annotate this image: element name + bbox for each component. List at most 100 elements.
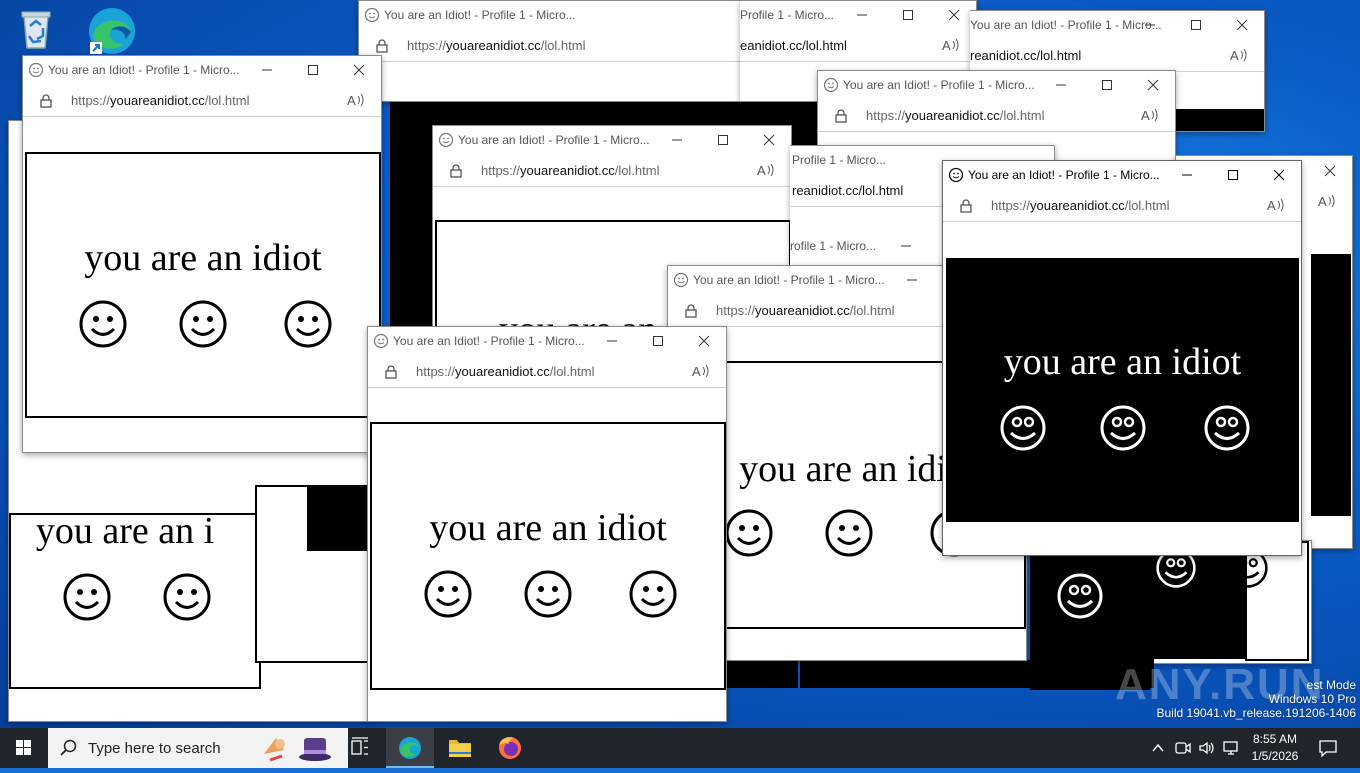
minimize-icon[interactable] [1051, 76, 1071, 94]
maximize-icon[interactable] [303, 61, 323, 79]
maximize-icon[interactable] [1097, 76, 1117, 94]
address-bar[interactable]: https://youareanidiot.cc/lol.html A [818, 100, 1175, 132]
url-scheme: https:// [416, 364, 456, 379]
maximize-icon[interactable] [648, 332, 668, 350]
url-text[interactable]: https://youareanidiot.cc/lol.html [991, 198, 1170, 213]
url-domain: youareanidiot.cc [520, 163, 615, 178]
taskbar: Type here to search 8:55 AM 1/5/2026 [0, 728, 1360, 768]
address-bar[interactable]: https://youareanidiot.cc/lol.html A [23, 85, 381, 117]
browser-window[interactable] [1150, 540, 1312, 664]
url-text[interactable]: https://youareanidiot.cc/lol.html [866, 108, 1045, 123]
address-bar[interactable]: https://youareanidiot.cc/lol.html A [368, 356, 726, 388]
close-icon[interactable] [1232, 16, 1252, 34]
url-domain: youareanidiot.cc [110, 93, 205, 108]
url-text[interactable]: reanidiot.cc/lol.html [970, 48, 1081, 63]
smiley-face-icon [424, 570, 472, 618]
url-text[interactable]: https://youareanidiot.cc/lol.html [407, 38, 586, 53]
smiley-face-icon [79, 300, 127, 348]
address-bar[interactable]: https://youareanidiot.cc/lol.html A [943, 190, 1301, 222]
maximize-icon[interactable] [1223, 166, 1243, 184]
clock-date: 1/5/2026 [1251, 749, 1299, 763]
taskbar-file-explorer-button[interactable] [436, 728, 484, 768]
minimize-icon[interactable] [1140, 16, 1160, 34]
start-button[interactable] [0, 728, 48, 768]
url-text[interactable]: https://youareanidiot.cc/lol.html [716, 303, 895, 318]
meet-now-icon[interactable] [1174, 740, 1192, 756]
title-bar[interactable]: You are an Idiot! - Profile 1 - Micro... [23, 56, 381, 85]
minimize-icon[interactable] [902, 271, 922, 289]
desktop: Rec You are an Idiot! - Profile 1 - Micr… [0, 0, 1360, 728]
window-title: Profile 1 - Micro... [792, 153, 887, 167]
read-aloud-icon[interactable]: A [1267, 197, 1285, 213]
idiot-panel: you are an idiot [946, 258, 1299, 522]
read-aloud-icon[interactable]: A [942, 37, 960, 53]
idiot-panel: you are an i [9, 510, 261, 689]
minimize-icon[interactable] [602, 332, 622, 350]
clock[interactable]: 8:55 AM 1/5/2026 [1245, 732, 1305, 763]
close-icon[interactable] [694, 332, 714, 350]
address-bar[interactable]: https://youareanidiot.cc/lol.html A [433, 155, 791, 187]
task-view-button[interactable] [336, 728, 384, 768]
title-bar[interactable]: You are an Idiot! - Profile 1 - Micro... [970, 11, 1264, 40]
title-bar[interactable]: You are an Idiot! - Profile 1 - Micro... [359, 1, 749, 30]
read-aloud-icon[interactable]: A [692, 363, 710, 379]
minimize-icon[interactable] [852, 6, 872, 24]
url-text[interactable]: eanidiot.cc/lol.html [740, 38, 847, 53]
browser-window-active[interactable]: You are an Idiot! - Profile 1 - Micro...… [942, 160, 1302, 556]
smiley-favicon-icon [364, 7, 380, 23]
minimize-icon[interactable] [1177, 166, 1197, 184]
maximize-icon[interactable] [1186, 16, 1206, 34]
url-text[interactable]: https://youareanidiot.cc/lol.html [481, 163, 660, 178]
url-text[interactable]: reanidiot.cc/lol.html [792, 183, 903, 198]
address-bar[interactable]: eanidiot.cc/lol.html A [740, 30, 976, 62]
close-icon[interactable] [1143, 76, 1163, 94]
read-aloud-icon[interactable]: A [1318, 193, 1336, 209]
title-bar[interactable]: Profile 1 - Micro... [740, 1, 976, 30]
url-scheme: https:// [866, 108, 906, 123]
window-title: You are an Idiot! - Profile 1 - Micro... [384, 8, 576, 22]
browser-window[interactable]: You are an Idiot! - Profile 1 - Micro...… [22, 55, 382, 453]
idiot-message: you are an idiot [84, 237, 322, 279]
action-center-icon[interactable] [1318, 739, 1338, 757]
maximize-icon[interactable] [713, 131, 733, 149]
close-icon[interactable] [944, 6, 964, 24]
minimize-icon[interactable] [257, 61, 277, 79]
read-aloud-icon[interactable]: A [1141, 107, 1159, 123]
close-icon[interactable] [1320, 162, 1340, 180]
title-bar[interactable]: You are an Idiot! - Profile 1 - Micro... [943, 161, 1301, 190]
smiley-favicon-icon [438, 132, 454, 148]
chevron-up-icon[interactable] [1150, 740, 1166, 756]
title-bar[interactable]: You are an Idiot! - Profile 1 - Micro... [818, 71, 1175, 100]
maximize-icon[interactable] [898, 6, 918, 24]
url-text[interactable]: https://youareanidiot.cc/lol.html [71, 93, 250, 108]
volume-icon[interactable] [1198, 740, 1216, 756]
minimize-icon[interactable] [896, 237, 916, 255]
read-aloud-icon[interactable]: A [757, 162, 775, 178]
address-bar[interactable]: reanidiot.cc/lol.html A [970, 40, 1264, 72]
close-icon[interactable] [759, 131, 779, 149]
search-highlight-icon [264, 738, 331, 762]
lock-icon [40, 94, 52, 108]
read-aloud-icon[interactable]: A [347, 92, 365, 108]
browser-window[interactable]: You are an Idiot! - Profile 1 - Micro...… [367, 326, 727, 722]
address-bar[interactable]: https://youareanidiot.cc/lol.html [359, 30, 749, 62]
svg-text:A: A [692, 364, 701, 379]
minimize-icon[interactable] [667, 131, 687, 149]
title-bar[interactable]: You are an Idiot! - Profile 1 - Micro... [368, 327, 726, 356]
url-path: /lol.html [849, 303, 895, 318]
browser-window[interactable]: You are an Idiot! - Profile 1 - Micro...… [358, 0, 750, 102]
svg-text:A: A [1141, 108, 1150, 123]
url-text[interactable]: https://youareanidiot.cc/lol.html [416, 364, 595, 379]
title-bar[interactable]: You are an Idiot! - Profile 1 - Micro... [433, 126, 791, 155]
window-title: You are an Idiot! - Profile 1 - Micro... [968, 168, 1160, 182]
edge-desktop-icon[interactable] [84, 6, 140, 59]
taskbar-edge-button[interactable] [386, 728, 434, 768]
network-icon[interactable] [1222, 740, 1240, 756]
close-icon[interactable] [1269, 166, 1289, 184]
search-box[interactable]: Type here to search [48, 728, 348, 768]
url-scheme: https:// [407, 38, 447, 53]
read-aloud-icon[interactable]: A [1230, 47, 1248, 63]
close-icon[interactable] [349, 61, 369, 79]
taskbar-firefox-button[interactable] [486, 728, 534, 768]
smiley-face-icon [1204, 405, 1250, 451]
